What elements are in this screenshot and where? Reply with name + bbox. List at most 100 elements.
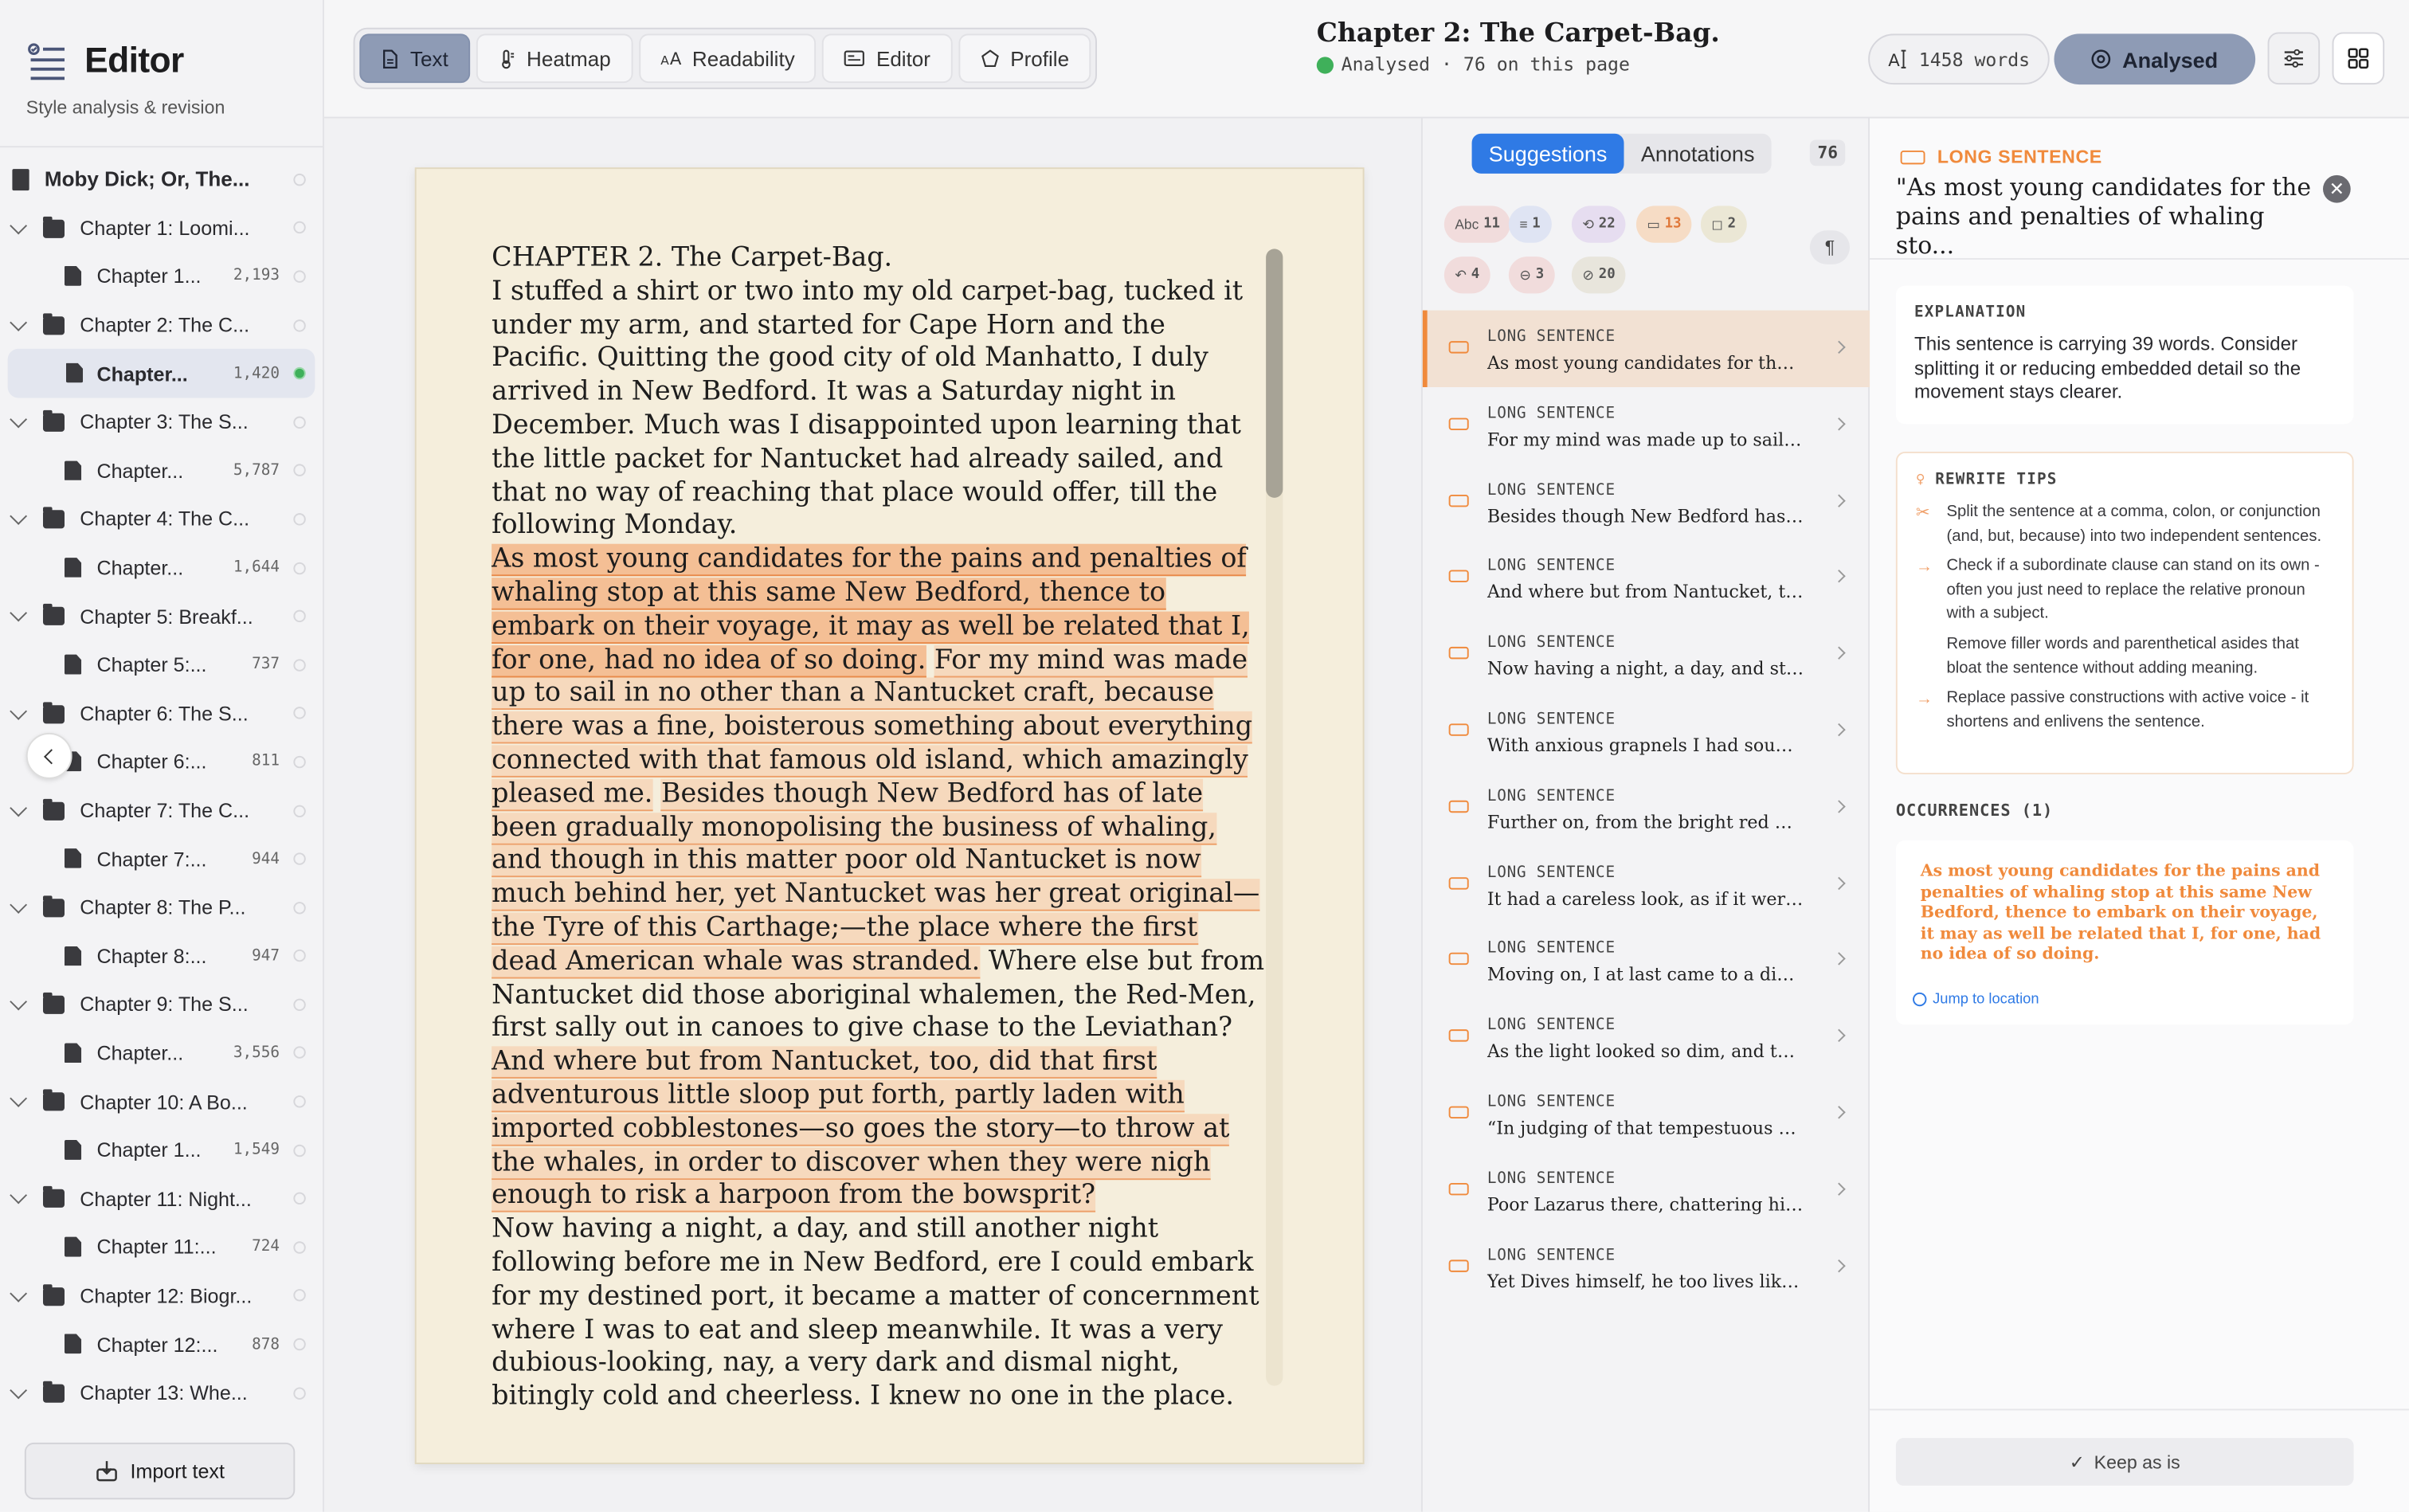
tip-text: Replace passive constructions with activ… (1946, 688, 2309, 731)
filter-chip[interactable]: ↶ 4 (1443, 257, 1490, 294)
filter-chip[interactable]: ⊘ 20 (1571, 257, 1627, 294)
tree-item-label: Chapter 12:... (96, 1333, 218, 1357)
suggestion-type: LONG SENTENCE (1487, 864, 1616, 882)
keep-label: Keep as is (2094, 1451, 2180, 1473)
settings-button[interactable] (2267, 32, 2321, 85)
chapter-document[interactable]: Chapter 5:... 737 (0, 640, 323, 689)
suggestion-item[interactable]: LONG SENTENCE It had a careless look, as … (1423, 846, 1871, 922)
pilcrow-toggle[interactable]: ¶ (1809, 230, 1850, 264)
tree-item-label: Chapter... (96, 556, 184, 580)
chapter-document[interactable]: Chapter 1... 1,549 (0, 1126, 323, 1174)
tab-annotations[interactable]: Annotations (1624, 134, 1772, 174)
chapter-document[interactable]: Chapter 7:... 944 (0, 835, 323, 883)
analysed-button[interactable]: Analysed (2054, 33, 2256, 85)
suggestion-item[interactable]: LONG SENTENCE And where but from Nantucke… (1423, 540, 1871, 617)
folder-icon (42, 507, 65, 529)
chapter-document[interactable]: Chapter... 5,787 (0, 446, 323, 495)
suggestion-item[interactable]: LONG SENTENCE Now having a night, a day, … (1423, 617, 1871, 693)
editor-area: CHAPTER 2. The Carpet-Bag. I stuffed a s… (323, 118, 1421, 1512)
suggestion-type: LONG SENTENCE (1487, 787, 1616, 805)
close-detail-button[interactable]: ✕ (2322, 174, 2351, 203)
chapter-folder[interactable]: Chapter 4: The C... (0, 495, 323, 543)
app-subtitle: Style analysis & revision (25, 96, 225, 119)
status-dot (293, 561, 306, 574)
suggestion-item[interactable]: LONG SENTENCE With anxious grapnels I had… (1423, 693, 1871, 770)
suggestion-item[interactable]: LONG SENTENCE Besides though New Bedford … (1423, 464, 1871, 540)
status-dot (293, 707, 306, 720)
filter-chip[interactable]: ▭ 13 (1635, 206, 1693, 243)
filter-chip-icon: ⟲ (1582, 215, 1594, 232)
chapter-document[interactable]: Chapter 11:... 724 (0, 1223, 323, 1271)
highlight-long-sentence[interactable]: And where but from Nantucket, too, did t… (492, 1046, 1230, 1213)
filter-chip[interactable]: ⟲ 22 (1571, 206, 1627, 243)
mode-label: Text (409, 46, 449, 70)
chapter-folder[interactable]: Chapter 9: The S... (0, 981, 323, 1029)
collapse-sidebar-button[interactable] (25, 732, 72, 779)
tree-item-label: Chapter 3: The S... (80, 410, 249, 434)
jump-to-location-link[interactable]: Jump to location (1913, 991, 2039, 1008)
chapter-document[interactable]: Chapter 1... 2,193 (0, 253, 323, 301)
chapter-folder[interactable]: Chapter 5: Breakf... (0, 592, 323, 640)
chapter-folder[interactable]: Chapter 10: A Bo... (0, 1077, 323, 1126)
mode-profile-button[interactable]: Profile (958, 33, 1091, 84)
page-scrollbar[interactable] (1266, 249, 1283, 1386)
scroll-thumb[interactable] (1266, 249, 1283, 498)
document-icon (64, 946, 82, 966)
chapter-folder[interactable]: Chapter 2: The C... (0, 301, 323, 350)
status-dot (293, 270, 306, 283)
chapter-folder[interactable]: Chapter 7: The C... (0, 786, 323, 835)
chevron-down-icon (10, 798, 28, 817)
status-dot (293, 658, 306, 672)
suggestion-item[interactable]: LONG SENTENCE Yet Dives himself, he too l… (1423, 1228, 1871, 1305)
chapter-document[interactable]: Chapter 8:... 947 (0, 932, 323, 981)
book-item[interactable]: Moby Dick; Or, The... (0, 155, 323, 204)
suggestion-item[interactable]: LONG SENTENCE Moving on, I at last came t… (1423, 922, 1871, 999)
close-icon: ✕ (2329, 178, 2345, 200)
suggestion-item[interactable]: LONG SENTENCE As most young candidates fo… (1422, 310, 1871, 387)
tab-suggestions[interactable]: Suggestions (1471, 133, 1624, 174)
chapter-document[interactable]: Chapter... 1,644 (0, 543, 323, 592)
lightbulb-icon: ♀ (1915, 472, 1926, 489)
suggestion-count-badge: 76 (1809, 139, 1846, 166)
chapter-document[interactable]: Chapter... 3,556 (0, 1029, 323, 1078)
document-page[interactable]: CHAPTER 2. The Carpet-Bag. I stuffed a s… (414, 167, 1365, 1464)
document-tree: Moby Dick; Or, The... Chapter 1: Loomi...… (0, 155, 323, 1417)
status-dot (293, 367, 306, 380)
layout-grid-button[interactable] (2332, 32, 2385, 85)
folder-icon (42, 1381, 65, 1403)
mode-readability-button[interactable]: AA Readability (638, 33, 817, 84)
chapter-folder[interactable]: Chapter 8: The P... (0, 883, 323, 932)
chapter-folder[interactable]: Chapter 11: Night... (0, 1174, 323, 1223)
chapter-folder[interactable]: Chapter 12: Biogr... (0, 1271, 323, 1320)
suggestion-item[interactable]: LONG SENTENCE “In judging of that tempest… (1423, 1075, 1871, 1152)
chapter-document[interactable]: Chapter 12:... 878 (0, 1320, 323, 1369)
chapter-folder[interactable]: Chapter 6: The S... (0, 689, 323, 738)
mode-editor-button[interactable]: Editor (822, 33, 952, 84)
chevron-right-icon (1832, 646, 1846, 660)
chapter-folder[interactable]: Chapter 3: The S... (0, 398, 323, 446)
suggestion-item[interactable]: LONG SENTENCE As the light looked so dim,… (1423, 999, 1871, 1075)
mode-text-button[interactable]: Text (359, 33, 470, 84)
suggestion-item[interactable]: LONG SENTENCE Poor Lazarus there, chatter… (1423, 1152, 1871, 1228)
book-icon (12, 169, 29, 191)
filter-chip[interactable]: ⊖ 3 (1508, 257, 1555, 294)
mode-heatmap-button[interactable]: Heatmap (476, 33, 633, 84)
keep-as-is-button[interactable]: ✓ Keep as is (1895, 1438, 2354, 1486)
document-text[interactable]: CHAPTER 2. The Carpet-Bag. I stuffed a s… (492, 243, 1266, 1415)
filter-chip-count: 20 (1598, 267, 1616, 283)
explanation-heading: EXPLANATION (1913, 304, 2027, 322)
chapter-folder[interactable]: Chapter 13: Whe... (0, 1369, 323, 1417)
filter-chip[interactable]: ◻ 2 (1700, 206, 1747, 243)
document-icon (64, 848, 82, 869)
suggestion-item[interactable]: LONG SENTENCE For my mind was made up to … (1423, 387, 1871, 464)
long-sentence-icon (1448, 341, 1469, 354)
filter-chip[interactable]: ≡ 1 (1508, 206, 1552, 243)
chapter-document[interactable]: Chapter... 1,420 (7, 349, 315, 398)
status-dot (293, 1241, 306, 1254)
grid-icon (2348, 48, 2369, 69)
filter-chip[interactable]: Abc 11 (1443, 206, 1511, 243)
chapter-folder[interactable]: Chapter 1: Loomi... (0, 204, 323, 253)
word-count: 878 (252, 1335, 280, 1353)
suggestion-item[interactable]: LONG SENTENCE Further on, from the bright… (1423, 770, 1871, 846)
import-text-button[interactable]: Import text (24, 1442, 296, 1500)
